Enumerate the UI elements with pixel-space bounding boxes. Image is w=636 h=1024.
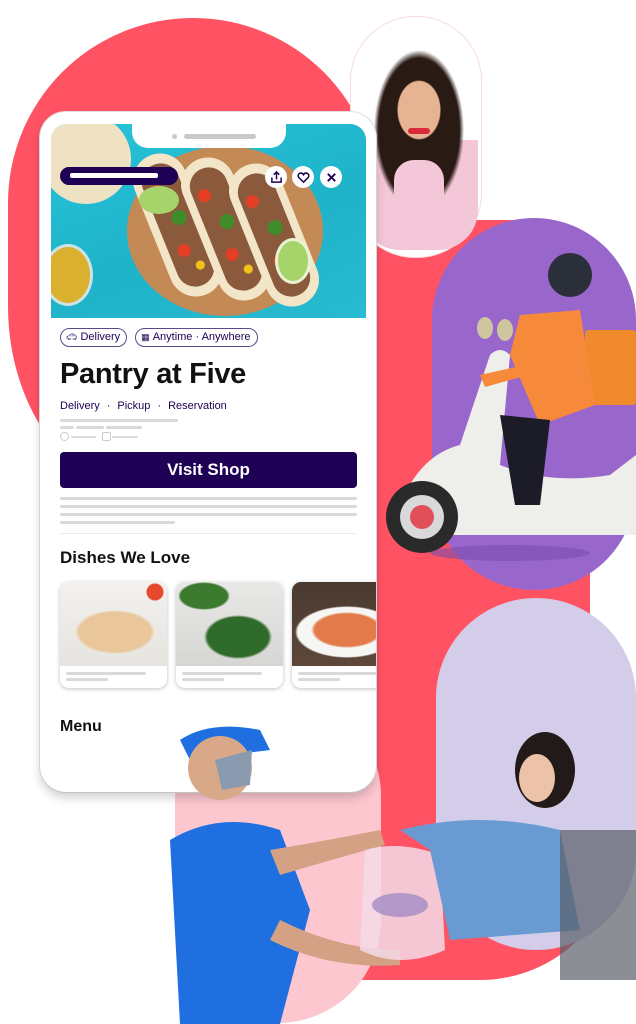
placeholder-line [76,426,104,429]
chip-schedule[interactable]: ▦ Anytime · Anywhere [135,328,258,347]
placeholder-line [112,436,138,438]
mirror [497,319,513,341]
customer-face [519,754,555,802]
phone-notch [132,112,286,148]
shop-name-placeholder [60,167,178,185]
lime-wedge [275,238,311,284]
description-line [60,521,175,524]
car-icon: 🚗︎ [66,332,78,342]
placeholder-line [106,426,142,429]
chip-delivery[interactable]: 🚗︎ Delivery [60,328,128,347]
delivery-handoff-photo [170,726,636,1024]
dish-price-placeholder [66,678,108,681]
heart-icon [296,171,310,183]
food-container [372,893,428,917]
route-icon [102,432,111,441]
share-icon [270,170,282,183]
menu-section-title: Menu [60,718,102,735]
spice-bowl [51,244,93,306]
smile [408,128,430,134]
lime-wedge [139,186,179,214]
camera-dot [172,134,177,139]
separator: · [106,400,111,412]
clock-icon [60,432,69,441]
shop-title: Pantry at Five [60,358,246,390]
share-button[interactable] [265,166,287,188]
divider [60,533,357,534]
speaker-bar [184,134,256,139]
helmet [548,253,592,297]
shop-chips: 🚗︎ Delivery ▦ Anytime · Anywhere [60,328,258,347]
description-line [60,497,357,500]
shadow [430,545,590,561]
placeholder-bar [70,173,158,178]
rider-photo [386,253,636,561]
tortilla [51,124,131,204]
calendar-icon: ▦ [141,332,150,342]
description-line [60,505,357,508]
chip-label: Delivery [80,331,121,343]
dish-name-placeholder [66,672,146,675]
service-pickup: Pickup [117,400,151,412]
favorite-button[interactable] [292,166,314,188]
woman-photo [360,40,478,250]
placeholder-line [60,419,178,422]
close-button[interactable] [320,166,342,188]
placeholder-line [71,436,96,438]
description-line [60,513,357,516]
shop-hero-image [51,124,366,318]
service-reservation: Reservation [168,400,227,412]
dish-card[interactable] [60,582,167,688]
separator: · [157,400,162,412]
mirror [477,317,493,339]
chip-label: Anytime · Anywhere [152,331,251,343]
close-icon [326,172,336,182]
railing [560,830,636,980]
dish-image [60,582,167,666]
service-delivery: Delivery [60,400,100,412]
dishes-section-title: Dishes We Love [60,548,191,567]
placeholder-line [60,426,74,429]
visit-shop-button[interactable]: Visit Shop [60,452,357,488]
service-options: Delivery · Pickup · Reservation [60,400,227,412]
scooter-brake [410,505,434,529]
